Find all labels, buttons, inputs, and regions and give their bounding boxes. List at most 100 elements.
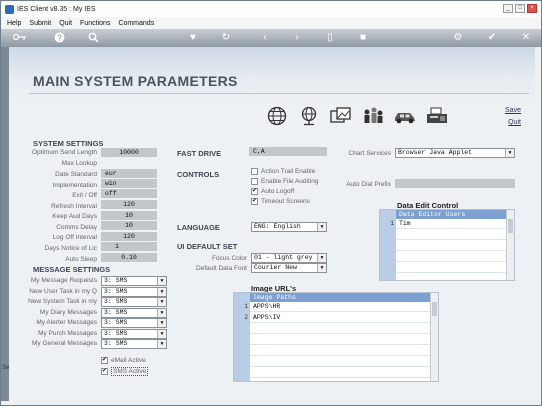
sms-active-checkbox[interactable]: ✔ SMS Active (101, 367, 149, 376)
main-panel: MAIN SYSTEM PARAMETERS Save Quit SYSTEM … (9, 47, 535, 401)
my-diary-messages-select[interactable]: 3: SMS ▼ (101, 308, 167, 318)
table-row[interactable] (250, 324, 430, 334)
svg-text:?: ? (57, 33, 62, 42)
table-row[interactable]: APPS\HR (250, 302, 430, 312)
email-active-checkbox[interactable]: ✔ eMail Active (101, 357, 146, 364)
fax-icon[interactable] (425, 105, 449, 127)
table-row[interactable] (250, 368, 430, 378)
my-message-requests-select[interactable]: 3: SMS ▼ (101, 276, 167, 286)
settings-icon[interactable]: ⚙ (452, 32, 464, 44)
table-row[interactable] (250, 335, 430, 345)
checkbox-box[interactable]: ✔ (101, 368, 108, 375)
globe-icon[interactable] (265, 105, 289, 127)
controls-heading: CONTROLS (177, 170, 220, 179)
chevron-down-icon[interactable]: ▼ (317, 264, 326, 272)
optimum-send-length-field[interactable]: 10000 (101, 148, 157, 157)
checkbox-label: eMail Active (111, 357, 146, 364)
menu-commands[interactable]: Commands (118, 20, 154, 27)
data-font-select[interactable]: Courier New ▼ (251, 263, 327, 273)
table-row[interactable] (396, 230, 506, 240)
chart-services-select[interactable]: Browser Java Applet ▼ (395, 148, 515, 158)
data-edit-grid: Data Editor Users 1 Tim (379, 209, 515, 281)
field-label: Log Off Interval (52, 234, 97, 241)
checkbox-box[interactable]: ✔ (251, 198, 258, 205)
chevron-down-icon[interactable]: ▼ (157, 277, 166, 285)
menu-help[interactable]: Help (7, 20, 21, 27)
chevron-down-icon[interactable]: ▼ (157, 340, 166, 348)
key-icon[interactable] (12, 32, 26, 44)
search-icon[interactable] (87, 32, 99, 44)
menu-functions[interactable]: Functions (80, 20, 110, 27)
table-row[interactable]: Tim (396, 219, 506, 229)
quit-link[interactable]: Quit (505, 117, 521, 129)
exit-off-field[interactable]: off (101, 189, 157, 198)
save-link[interactable]: Save (505, 105, 521, 117)
back-icon[interactable]: ‹ (259, 32, 271, 44)
chevron-down-icon[interactable]: ▼ (157, 330, 166, 338)
date-standard-field[interactable]: eur (101, 169, 157, 178)
car-icon[interactable] (393, 105, 417, 127)
minimize-button[interactable]: _ (503, 4, 513, 13)
table-row[interactable]: APPS\IV (250, 313, 430, 323)
photo-icon[interactable] (329, 105, 353, 127)
days-notice-field[interactable]: 1 (101, 242, 157, 251)
implementation-field[interactable]: win (101, 179, 157, 188)
focus-color-select[interactable]: 01 - light grey ▼ (251, 253, 327, 263)
scrollbar[interactable] (430, 293, 438, 381)
action-trail-checkbox[interactable]: Action Trail Enable (251, 168, 315, 175)
table-row[interactable] (250, 357, 430, 367)
select-value: 3: SMS (104, 309, 128, 316)
comms-delay-field[interactable]: 10 (101, 221, 157, 230)
app-logo-icon (5, 4, 14, 14)
checkbox-box[interactable]: ✔ (101, 357, 108, 364)
log-off-interval-field[interactable]: 120 (101, 232, 157, 241)
close-window-button[interactable]: × (527, 4, 537, 13)
chevron-down-icon[interactable]: ▼ (157, 319, 166, 327)
close-icon[interactable]: ✕ (520, 32, 532, 44)
my-general-messages-select[interactable]: 3: SMS ▼ (101, 339, 167, 349)
stop-icon[interactable]: ■ (357, 32, 369, 44)
menu-submit[interactable]: Submit (29, 20, 51, 27)
checkbox-box[interactable] (251, 178, 258, 185)
refresh-icon[interactable]: ↻ (220, 32, 232, 44)
field-label: My Alerter Messages (36, 319, 97, 326)
maximize-button[interactable]: □ (515, 4, 525, 13)
page-icon[interactable]: ▯ (324, 32, 336, 44)
chevron-down-icon[interactable]: ▼ (317, 254, 326, 262)
language-heading: LANGUAGE (177, 223, 220, 232)
heart-icon[interactable]: ♥ (187, 32, 199, 44)
field-label: Keep Aud Days (52, 213, 97, 220)
help-icon[interactable]: ? (53, 32, 65, 44)
auto-logoff-checkbox[interactable]: ✔ Auto Logoff (251, 188, 294, 195)
auto-dial-field[interactable] (395, 179, 515, 188)
forward-icon[interactable]: › (291, 32, 303, 44)
scrollbar[interactable] (506, 210, 514, 280)
chevron-down-icon[interactable]: ▼ (157, 309, 166, 317)
scrollbar-thumb[interactable] (432, 302, 437, 316)
checkbox-box[interactable] (251, 168, 258, 175)
chevron-down-icon[interactable]: ▼ (317, 223, 326, 231)
new-system-task-select[interactable]: 3: SMS ▼ (101, 297, 167, 307)
new-user-task-select[interactable]: 3: SMS ▼ (101, 287, 167, 297)
chevron-down-icon[interactable]: ▼ (505, 149, 514, 157)
auto-sleep-field[interactable]: 0.10 (101, 253, 157, 262)
table-row[interactable] (250, 346, 430, 356)
scrollbar-thumb[interactable] (508, 219, 513, 233)
my-alerter-messages-select[interactable]: 3: SMS ▼ (101, 318, 167, 328)
app-window: IES Client v8.35 : My IES _ □ × Help Sub… (0, 0, 542, 406)
table-row[interactable] (396, 263, 506, 273)
people-icon[interactable] (361, 105, 385, 127)
table-row[interactable] (396, 241, 506, 251)
check-icon[interactable]: ✔ (486, 32, 498, 44)
chevron-down-icon[interactable]: ▼ (157, 288, 166, 296)
language-select[interactable]: ENG: English ▼ (251, 222, 327, 232)
timeout-screens-checkbox[interactable]: ✔ Timeout Screens (251, 198, 310, 205)
chevron-down-icon[interactable]: ▼ (157, 298, 166, 306)
network-globe-icon[interactable] (297, 105, 321, 127)
keep-aud-days-field[interactable]: 10 (101, 211, 157, 220)
my-purch-messages-select[interactable]: 3: SMS ▼ (101, 329, 167, 339)
table-row[interactable] (396, 252, 506, 262)
menu-quit[interactable]: Quit (59, 20, 72, 27)
refresh-interval-field[interactable]: 120 (101, 200, 157, 209)
checkbox-box[interactable]: ✔ (251, 188, 258, 195)
